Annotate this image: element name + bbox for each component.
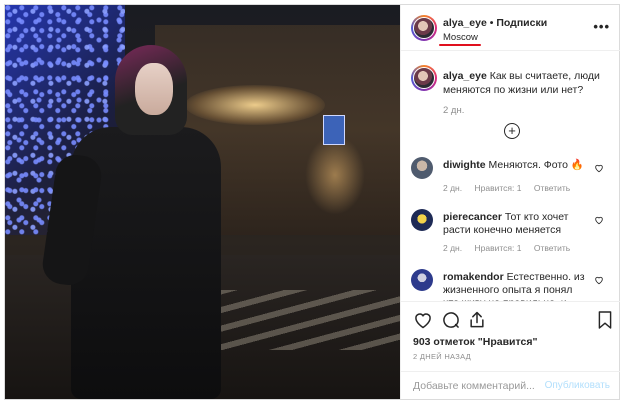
- bookmark-icon[interactable]: [597, 310, 613, 330]
- post-location[interactable]: Moscow: [443, 32, 478, 43]
- photo-glow: [305, 135, 365, 215]
- comment-username[interactable]: romakendor: [443, 271, 504, 283]
- comment-username[interactable]: diwighte: [443, 159, 486, 171]
- location-underline-mark: [439, 44, 481, 46]
- header-user-line: alya_eye • Подписки: [443, 17, 547, 29]
- post-time-ago: 2 ДНЕЙ НАЗАД: [413, 352, 472, 361]
- post-frame: alya_eye • Подписки Moscow ••• alya_eye …: [4, 4, 620, 400]
- comment-text: diwighte Меняются. Фото 🔥: [443, 159, 591, 172]
- header-username[interactable]: alya_eye: [443, 17, 487, 29]
- avatar[interactable]: [411, 209, 433, 231]
- reply-button[interactable]: Ответить: [534, 183, 570, 193]
- comment-text: pierecancer Тот кто хочет расти конечно …: [443, 211, 591, 237]
- comment-username[interactable]: pierecancer: [443, 211, 502, 223]
- post-actions: 903 отметок "Нравится" 2 ДНЕЙ НАЗАД: [401, 301, 620, 371]
- add-comment-bar: Опубликовать: [401, 371, 620, 399]
- comment-text: romakendor Естественно. из жизненного оп…: [443, 271, 591, 301]
- publish-button[interactable]: Опубликовать: [545, 380, 610, 391]
- comment-likes[interactable]: Нравится: 1: [474, 183, 521, 193]
- caption-age: 2 дн.: [443, 105, 465, 116]
- post-side-panel: alya_eye • Подписки Moscow ••• alya_eye …: [400, 5, 620, 399]
- comment-item: romakendor Естественно. из жизненного оп…: [401, 269, 620, 301]
- comment-likes[interactable]: Нравится: 1: [474, 243, 521, 253]
- photo-figure: [40, 45, 249, 399]
- comment-body: Меняются. Фото 🔥: [488, 159, 584, 171]
- comment-meta: 2 дн. Нравится: 1 Ответить: [443, 183, 580, 193]
- more-icon[interactable]: •••: [593, 19, 610, 34]
- avatar[interactable]: [411, 65, 437, 91]
- photo-street-sign: [323, 115, 345, 145]
- header-separator: •: [489, 17, 494, 29]
- post-photo[interactable]: [5, 5, 400, 399]
- avatar[interactable]: [411, 157, 433, 179]
- heart-icon[interactable]: [594, 163, 604, 173]
- plus-circle-icon[interactable]: +: [504, 123, 520, 139]
- comment-meta: 2 дн. Нравится: 1 Ответить: [443, 243, 580, 253]
- reply-button[interactable]: Ответить: [534, 243, 570, 253]
- heart-icon[interactable]: [594, 215, 604, 225]
- comment-icon[interactable]: [441, 310, 461, 330]
- heart-icon[interactable]: [413, 310, 433, 330]
- likes-count[interactable]: 903 отметок "Нравится": [413, 336, 537, 348]
- photo-figure-face: [135, 63, 173, 115]
- share-icon[interactable]: [467, 310, 487, 330]
- caption-username[interactable]: alya_eye: [443, 70, 487, 82]
- post-header: alya_eye • Подписки Moscow •••: [401, 5, 620, 51]
- comment-age: 2 дн.: [443, 243, 463, 253]
- avatar[interactable]: [411, 15, 437, 41]
- follow-button[interactable]: Подписки: [496, 17, 547, 29]
- comments-list[interactable]: alya_eye Как вы считаете, люди меняются …: [401, 51, 620, 301]
- heart-icon[interactable]: [594, 275, 604, 285]
- comment-item: diwighte Меняются. Фото 🔥 2 дн. Нравится…: [401, 157, 620, 217]
- caption-text: alya_eye Как вы считаете, люди меняются …: [443, 69, 611, 97]
- avatar[interactable]: [411, 269, 433, 291]
- comment-input[interactable]: [413, 378, 543, 394]
- comment-age: 2 дн.: [443, 183, 463, 193]
- comment-item: pierecancer Тот кто хочет расти конечно …: [401, 209, 620, 269]
